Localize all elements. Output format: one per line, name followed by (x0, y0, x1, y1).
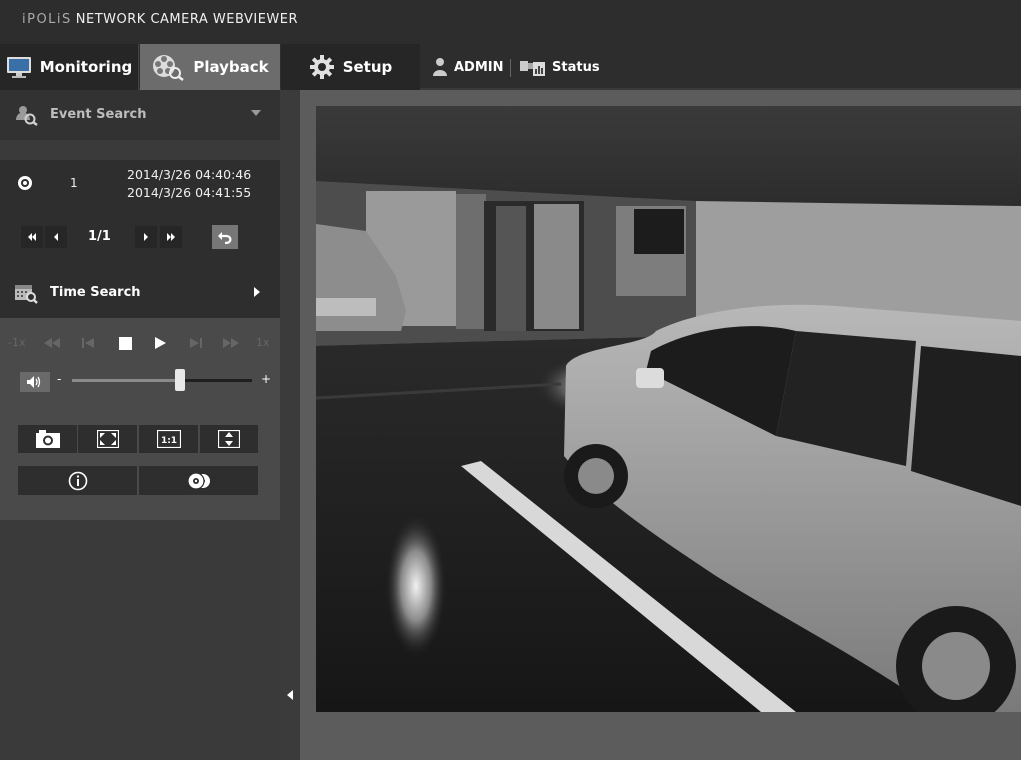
chevron-right-icon (254, 287, 260, 297)
status-label: Status (552, 59, 600, 75)
sidebar-collapse-strip (280, 90, 300, 760)
tab-playback-label: Playback (193, 58, 269, 76)
video-panel (300, 90, 1021, 760)
user-icon (433, 58, 447, 76)
tab-playback[interactable]: Playback (140, 44, 280, 90)
fullscreen-icon (96, 430, 119, 448)
volume-thumb[interactable] (175, 369, 185, 391)
user-label: ADMIN (454, 59, 504, 75)
collapse-sidebar-icon[interactable] (287, 690, 293, 700)
time-search-label: Time Search (50, 285, 141, 300)
step-forward-icon (190, 338, 202, 348)
fullscreen-button[interactable] (78, 425, 137, 453)
disc-backup-icon (186, 471, 210, 490)
mute-button[interactable] (20, 372, 50, 392)
rewind-icon (44, 338, 60, 348)
fast-speed-label: 1x (256, 336, 270, 349)
info-button[interactable] (18, 466, 137, 495)
calendar-search-icon (15, 285, 38, 304)
event-list-item[interactable]: 1 2014/3/26 04:40:46 2014/3/26 04:41:55 (0, 160, 280, 208)
volume-min-label: - (57, 372, 62, 386)
event-index: 1 (70, 176, 78, 190)
first-page-button[interactable] (21, 226, 43, 248)
back-button[interactable] (212, 225, 238, 249)
brand-logo: iPOLiS (22, 12, 72, 27)
main-nav: Monitoring Playback Setup ADMIN Status (0, 44, 1021, 90)
prev-page-button[interactable] (45, 226, 67, 248)
sidebar: Event Search 1 2014/3/26 04:40:46 2014/3… (0, 90, 280, 760)
volume-slider[interactable] (72, 369, 252, 391)
app-title: iPOLiS NETWORK CAMERA WEBVIEWER (22, 12, 298, 27)
event-search-header[interactable]: Event Search (0, 90, 280, 140)
speaker-icon (27, 376, 41, 388)
tab-monitoring[interactable]: Monitoring (0, 44, 139, 90)
volume-fill (72, 379, 180, 382)
event-select-radio[interactable] (18, 176, 32, 190)
gear-icon (309, 55, 334, 79)
play-icon (154, 337, 166, 349)
fast-forward-button[interactable] (223, 336, 239, 350)
menu-divider (510, 59, 511, 77)
step-forward-button[interactable] (188, 336, 204, 350)
snapshot-button[interactable] (18, 425, 77, 453)
app-header: iPOLiS NETWORK CAMERA WEBVIEWER (0, 0, 1021, 44)
ratio-label: 1:1 (160, 436, 176, 446)
event-start-time: 2014/3/26 04:40:46 (127, 167, 252, 182)
event-search-icon (16, 106, 38, 126)
user-menu[interactable]: ADMIN (432, 44, 504, 90)
volume-max-label: + (261, 372, 272, 386)
page-indicator: 1/1 (88, 229, 111, 244)
next-page-icon (144, 233, 148, 241)
slow-speed-label: -1x (8, 336, 26, 349)
next-page-button[interactable] (135, 226, 157, 248)
original-size-button[interactable]: 1:1 (139, 425, 198, 453)
step-back-button[interactable] (80, 336, 96, 350)
undo-arrow-icon (218, 232, 232, 245)
step-back-icon (82, 338, 94, 348)
tab-setup-label: Setup (342, 58, 393, 76)
fit-vertical-icon (218, 430, 240, 448)
monitor-icon (6, 57, 31, 78)
tab-setup[interactable]: Setup (281, 44, 420, 90)
rewind-button[interactable] (44, 336, 60, 350)
last-page-icon (167, 233, 175, 241)
status-icon (520, 61, 545, 76)
film-reel-icon (153, 55, 185, 81)
video-viewport[interactable] (316, 106, 1021, 712)
first-page-icon (28, 233, 36, 241)
camera-feed-image (316, 106, 1021, 712)
chevron-down-icon (251, 110, 261, 116)
ratio-icon: 1:1 (156, 430, 181, 448)
event-end-time: 2014/3/26 04:41:55 (127, 185, 252, 200)
stop-icon (118, 336, 132, 350)
play-button[interactable] (152, 336, 168, 350)
info-icon (68, 471, 87, 490)
time-search-header[interactable]: Time Search (0, 268, 280, 318)
prev-page-icon (54, 233, 58, 241)
status-menu[interactable]: Status (520, 44, 600, 90)
last-page-button[interactable] (160, 226, 182, 248)
app-title-text: NETWORK CAMERA WEBVIEWER (75, 12, 299, 27)
camera-icon (35, 430, 60, 448)
fit-screen-button[interactable] (200, 425, 258, 453)
backup-button[interactable] (139, 466, 258, 495)
event-search-label: Event Search (50, 107, 147, 122)
fast-forward-icon (223, 338, 239, 348)
event-pager: 1/1 (0, 208, 280, 268)
playback-controls: -1x 1x - + 1:1 (0, 318, 280, 520)
tab-monitoring-label: Monitoring (39, 58, 133, 76)
stop-button[interactable] (117, 336, 133, 350)
